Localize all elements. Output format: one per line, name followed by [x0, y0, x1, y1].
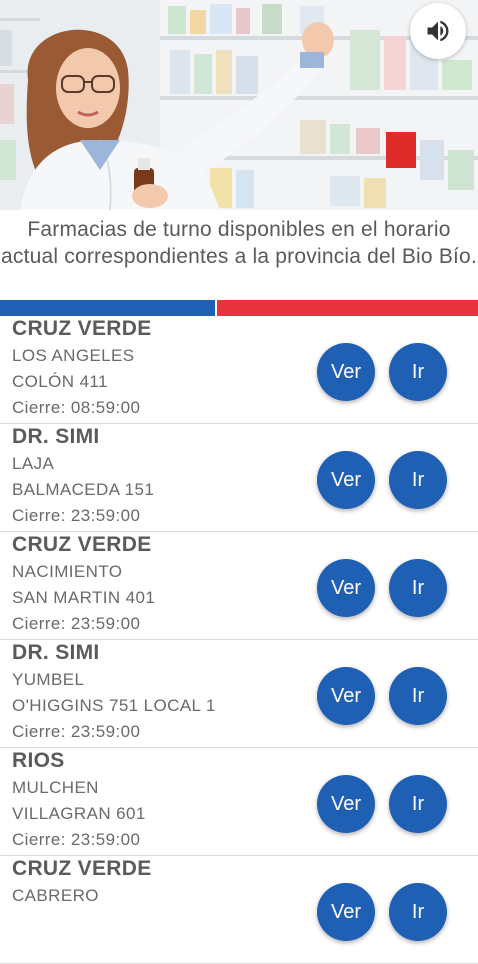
go-button[interactable]: Ir	[389, 775, 447, 833]
header-photo	[0, 0, 478, 210]
pharmacy-name: DR. SIMI	[12, 641, 100, 664]
flag-blue-segment	[0, 300, 215, 316]
pharmacy-city: NACIMIENTO	[12, 562, 123, 581]
go-button[interactable]: Ir	[389, 451, 447, 509]
view-button[interactable]: Ver	[317, 667, 375, 725]
pharmacy-name: DR. SIMI	[12, 425, 100, 448]
pharmacy-address: O'HIGGINS 751 LOCAL 1	[12, 696, 216, 715]
view-button[interactable]: Ver	[317, 343, 375, 401]
sound-toggle-button[interactable]	[410, 3, 466, 59]
go-button[interactable]: Ir	[389, 559, 447, 617]
page-title: Farmacias de turno disponibles en el hor…	[1, 218, 477, 268]
pharmacy-item: CRUZ VERDE NACIMIENTO SAN MARTIN 401 Cie…	[0, 532, 478, 640]
pharmacy-name: CRUZ VERDE	[12, 317, 152, 340]
pharmacy-name: CRUZ VERDE	[12, 857, 152, 880]
pharmacy-closing-time: Cierre: 23:59:00	[12, 614, 141, 633]
go-button[interactable]: Ir	[389, 343, 447, 401]
pharmacy-city: MULCHEN	[12, 778, 99, 797]
pharmacy-city: LOS ANGELES	[12, 346, 135, 365]
pharmacy-closing-time: Cierre: 23:59:00	[12, 830, 141, 849]
pharmacy-city: YUMBEL	[12, 670, 85, 689]
pharmacy-city: LAJA	[12, 454, 55, 473]
pharmacy-item: RIOS MULCHEN VILLAGRAN 601 Cierre: 23:59…	[0, 748, 478, 856]
view-button[interactable]: Ver	[317, 883, 375, 941]
speaker-volume-icon	[427, 20, 449, 42]
pharmacy-address: COLÓN 411	[12, 372, 108, 391]
flag-red-segment	[217, 300, 478, 316]
pharmacy-closing-time: Cierre: 23:59:00	[12, 506, 141, 525]
pharmacy-address: SAN MARTIN 401	[12, 588, 156, 607]
view-button[interactable]: Ver	[317, 451, 375, 509]
pharmacy-closing-time: Cierre: 08:59:00	[12, 398, 141, 417]
go-button[interactable]: Ir	[389, 667, 447, 725]
view-button[interactable]: Ver	[317, 775, 375, 833]
pharmacy-item: CRUZ VERDE LOS ANGELES COLÓN 411 Cierre:…	[0, 316, 478, 424]
pharmacy-address: VILLAGRAN 601	[12, 804, 146, 823]
view-button[interactable]: Ver	[317, 559, 375, 617]
go-button[interactable]: Ir	[389, 883, 447, 941]
pharmacy-item: DR. SIMI YUMBEL O'HIGGINS 751 LOCAL 1 Ci…	[0, 640, 478, 748]
pharmacy-list: CRUZ VERDE LOS ANGELES COLÓN 411 Cierre:…	[0, 316, 478, 964]
pharmacy-address: BALMACEDA 151	[12, 480, 155, 499]
chile-flag-bar	[0, 300, 478, 316]
pharmacy-name: CRUZ VERDE	[12, 533, 152, 556]
pharmacy-closing-time: Cierre: 23:59:00	[12, 722, 141, 741]
pharmacy-city: CABRERO	[12, 886, 99, 905]
pharmacy-item: CRUZ VERDE CABRERO Ver Ir	[0, 856, 478, 964]
pharmacy-name: RIOS	[12, 749, 65, 772]
pharmacy-photo	[0, 0, 478, 210]
pharmacy-item: DR. SIMI LAJA BALMACEDA 151 Cierre: 23:5…	[0, 424, 478, 532]
